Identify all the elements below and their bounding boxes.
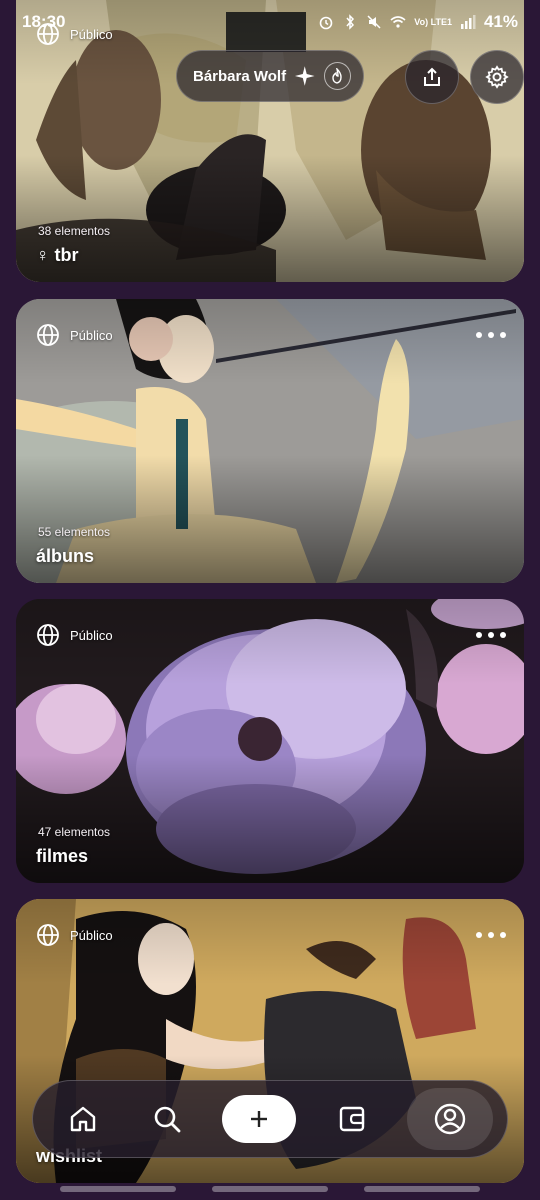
list-card-albuns[interactable]: Público 55 elementos álbuns xyxy=(16,299,524,583)
nav-gesture-bar xyxy=(60,1186,176,1192)
search-icon xyxy=(154,1106,180,1133)
visibility-text: Público xyxy=(70,327,113,343)
gear-icon xyxy=(485,65,509,89)
visibility-text: Público xyxy=(70,927,113,943)
bottom-nav xyxy=(32,1080,508,1158)
item-count: 55 elementos xyxy=(38,525,111,539)
nav-add-button[interactable] xyxy=(222,1095,296,1143)
profile-name: Bárbara Wolf xyxy=(193,67,287,85)
flame-badge[interactable] xyxy=(323,62,351,90)
lists-feed: Público 38 elementos ♀ tbr Público 55 el… xyxy=(0,0,540,1200)
globe-icon xyxy=(37,324,59,346)
signal-icon xyxy=(460,15,476,29)
profile-icon xyxy=(434,1103,466,1135)
nav-wallet[interactable] xyxy=(324,1091,380,1147)
home-icon xyxy=(70,1106,96,1132)
wallet-icon xyxy=(339,1106,364,1132)
more-options-button[interactable] xyxy=(476,925,506,945)
status-time: 18:30 xyxy=(22,12,66,31)
list-title: ♀ tbr xyxy=(36,245,79,265)
sparkle-icon xyxy=(295,66,315,86)
item-count: 38 elementos xyxy=(38,224,111,238)
plus-icon xyxy=(251,1111,267,1127)
list-title: filmes xyxy=(36,846,89,866)
nav-profile[interactable] xyxy=(407,1088,493,1150)
status-bar: 18:30 Vo) LTE1 41% xyxy=(0,0,540,44)
visibility-label: Público xyxy=(36,623,113,647)
list-card-filmes[interactable]: Público 47 elementos filmes xyxy=(16,599,524,883)
status-icons: Vo) LTE1 41% xyxy=(318,12,518,32)
nav-gesture-bar xyxy=(364,1186,480,1192)
list-title: álbuns xyxy=(36,546,95,566)
settings-button[interactable] xyxy=(470,50,524,104)
visibility-text: Público xyxy=(70,627,113,643)
globe-icon xyxy=(37,624,59,646)
more-options-button[interactable] xyxy=(476,625,506,645)
mute-icon xyxy=(367,15,381,29)
nav-gesture-bar xyxy=(212,1186,328,1192)
visibility-label: Público xyxy=(36,323,113,347)
more-options-button[interactable] xyxy=(476,325,506,345)
alarm-icon xyxy=(319,16,333,30)
share-button[interactable] xyxy=(405,50,459,104)
wifi-icon xyxy=(390,16,406,28)
nav-search[interactable] xyxy=(139,1091,195,1147)
globe-icon xyxy=(37,924,59,946)
network-label: Vo) LTE1 xyxy=(414,16,452,27)
visibility-label: Público xyxy=(36,923,113,947)
flame-icon xyxy=(332,68,342,84)
share-icon xyxy=(424,67,440,86)
nav-home[interactable] xyxy=(55,1091,111,1147)
item-count: 47 elementos xyxy=(38,825,111,839)
profile-chip[interactable]: Bárbara Wolf xyxy=(176,50,364,102)
battery-level: 41% xyxy=(483,12,518,31)
bluetooth-icon xyxy=(346,14,355,30)
